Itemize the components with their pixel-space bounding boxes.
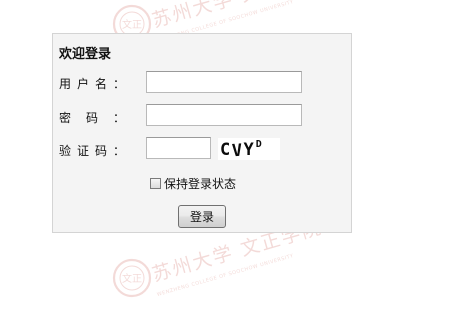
captcha-input[interactable] [146, 137, 211, 159]
password-label: 密码： [59, 111, 141, 125]
username-input[interactable] [146, 71, 302, 93]
captcha-char: D [255, 138, 262, 150]
college-seal-icon: 文正 [112, 258, 152, 298]
captcha-label: 验证码： [59, 144, 132, 158]
remember-checkbox[interactable] [150, 178, 161, 189]
watermark-name: 苏州大学 文正学院 [149, 0, 326, 33]
captcha-char: V [231, 140, 244, 162]
captcha-char: Y [243, 140, 254, 160]
captcha-char: C [220, 140, 231, 160]
remember-label: 保持登录状态 [164, 177, 237, 191]
login-panel: 欢迎登录 用户名： 密码： 验证码： C V Y D 保持登录状态 登录 [52, 33, 352, 233]
captcha-image[interactable]: C V Y D [218, 138, 280, 162]
password-input[interactable] [146, 104, 302, 126]
remember-login-option[interactable]: 保持登录状态 [150, 175, 236, 192]
seal-text: 文正 [122, 272, 142, 285]
login-title: 欢迎登录 [59, 47, 112, 62]
watermark-subtitle: WENZHENG COLLEGE OF SOOCHOW UNIVERSITY [156, 253, 295, 298]
seal-text: 文正 [122, 18, 142, 31]
login-button[interactable]: 登录 [178, 205, 226, 228]
username-label: 用户名： [59, 77, 132, 91]
